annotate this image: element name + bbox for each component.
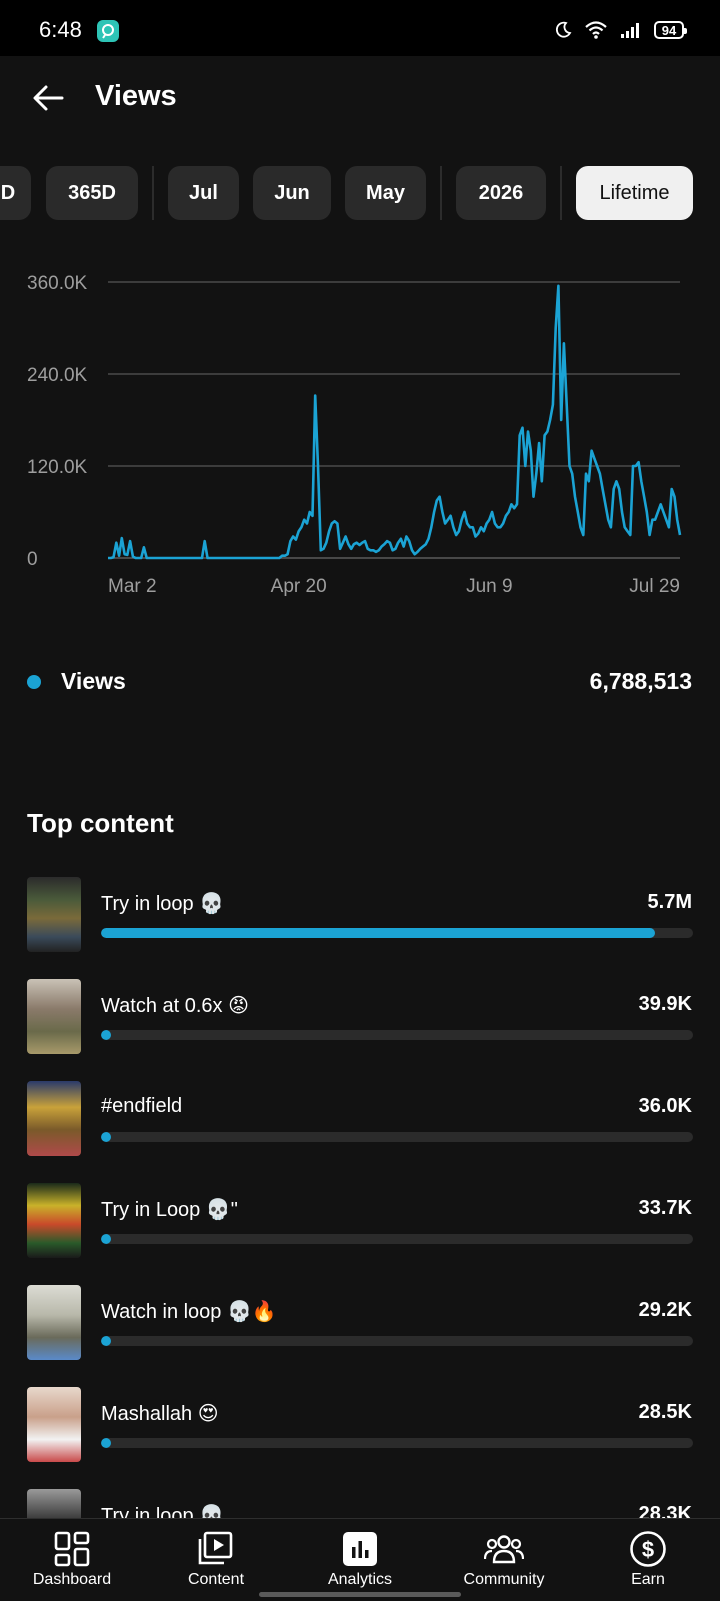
back-button[interactable]: [26, 76, 70, 120]
y-tick-label: 240.0K: [27, 365, 88, 386]
video-thumbnail: [27, 979, 81, 1054]
views-bar: [101, 1234, 693, 1244]
views-bar: [101, 1336, 693, 1346]
video-thumbnail: [27, 1387, 81, 1462]
status-icons: 94: [554, 18, 687, 42]
video-thumbnail: [27, 1183, 81, 1258]
summary-total: 6,788,513: [589, 668, 692, 694]
status-bar: 6:48 94: [0, 0, 720, 56]
chip-divider: [560, 166, 562, 220]
views-bar: [101, 1030, 693, 1040]
bottom-nav: Dashboard Content Analytics Community $ …: [0, 1518, 720, 1601]
chip-365d[interactable]: 365D: [46, 166, 138, 220]
nav-earn[interactable]: $ Earn: [576, 1519, 720, 1601]
nav-dashboard[interactable]: Dashboard: [0, 1519, 144, 1601]
analytics-icon: [343, 1532, 377, 1566]
views-bar-fill: [101, 1438, 111, 1448]
earn-icon: $: [630, 1531, 666, 1567]
video-title: #endfield: [101, 1095, 183, 1117]
top-content-title: Top content: [27, 808, 174, 838]
x-tick-label: Mar 2: [108, 576, 157, 597]
nav-label: Analytics: [327, 1571, 393, 1588]
video-views: 33.7K: [638, 1197, 692, 1219]
list-item[interactable]: Watch in loop 💀🔥 29.2K: [0, 1285, 720, 1360]
video-views: 36.0K: [638, 1095, 692, 1117]
views-bar-fill: [101, 928, 655, 938]
video-views: 29.2K: [638, 1299, 692, 1321]
nav-community[interactable]: Community: [432, 1519, 576, 1601]
community-icon: [484, 1535, 524, 1564]
list-item[interactable]: Mashallah 😍 28.5K: [0, 1387, 720, 1462]
views-line-chart: 360.0K 240.0K 120.0K 0 Mar 2 Apr 20 Jun 9 Jul 2…: [27, 273, 682, 597]
nav-label: Earn: [631, 1571, 665, 1588]
chip-d[interactable]: D: [0, 166, 31, 220]
x-tick-label: Jul 29: [629, 576, 680, 597]
page-title: Views: [95, 80, 177, 112]
nav-label: Content: [187, 1571, 245, 1588]
video-thumbnail: [27, 1285, 81, 1360]
chip-jun[interactable]: Jun: [253, 166, 331, 220]
dashboard-icon: [54, 1531, 90, 1567]
chip-divider: [440, 166, 442, 220]
list-item[interactable]: Try in Loop 💀" 33.7K: [0, 1183, 720, 1258]
views-bar: [101, 1132, 693, 1142]
views-bar: [101, 1438, 693, 1448]
x-tick-label: Apr 20: [271, 576, 327, 597]
signal-icon: [621, 23, 639, 38]
back-arrow-icon: [33, 85, 64, 111]
nav-label: Dashboard: [32, 1571, 112, 1588]
home-indicator: [259, 1592, 461, 1597]
x-tick-label: Jun 9: [466, 576, 512, 597]
nav-content[interactable]: Content: [144, 1519, 288, 1601]
views-series-line: [108, 284, 682, 560]
video-title: Try in loop 💀: [101, 893, 225, 915]
summary-label: Views: [61, 668, 126, 694]
list-item[interactable]: Try in loop 💀 5.7M: [0, 877, 720, 952]
video-title: Watch in loop 💀🔥: [101, 1301, 277, 1323]
list-item[interactable]: Watch at 0.6x 😡 39.9K: [0, 979, 720, 1054]
views-bar-fill: [101, 1336, 111, 1346]
svg-text:$: $: [642, 1537, 654, 1562]
notification-app-icon: [97, 20, 119, 42]
chip-2026[interactable]: 2026: [456, 166, 546, 220]
video-thumbnail: [27, 1081, 81, 1156]
video-title: Mashallah 😍: [101, 1403, 219, 1425]
views-summary: Views 6,788,513: [0, 662, 720, 702]
video-title: Try in Loop 💀": [101, 1199, 238, 1221]
battery-icon: 94: [654, 21, 687, 39]
header: Views: [0, 56, 720, 140]
y-tick-label: 0: [27, 549, 38, 570]
wifi-icon: [585, 21, 607, 39]
views-bar-fill: [101, 1132, 111, 1142]
battery-level: 94: [661, 22, 677, 38]
video-title: Watch at 0.6x 😡: [101, 995, 249, 1017]
views-chart: 360.0K 240.0K 120.0K 0 Mar 2 Apr 20 Jun 9 Jul 2…: [0, 260, 720, 620]
nav-analytics[interactable]: Analytics: [288, 1519, 432, 1601]
chip-divider: [152, 166, 154, 220]
chip-jul[interactable]: Jul: [168, 166, 239, 220]
status-time: 6:48: [39, 17, 82, 42]
y-tick-label: 120.0K: [27, 457, 88, 478]
series-color-dot: [27, 675, 41, 689]
period-selector: D 365D Jul Jun May 2026 Lifetime: [0, 166, 720, 220]
views-bar: [101, 928, 693, 938]
chip-may[interactable]: May: [345, 166, 426, 220]
list-item[interactable]: #endfield 36.0K: [0, 1081, 720, 1156]
video-views: 39.9K: [638, 993, 692, 1015]
chip-lifetime[interactable]: Lifetime: [576, 166, 693, 220]
video-thumbnail: [27, 877, 81, 952]
y-tick-label: 360.0K: [27, 273, 88, 294]
video-views: 28.5K: [638, 1401, 692, 1423]
content-icon: [198, 1531, 233, 1565]
views-bar-fill: [101, 1030, 111, 1040]
nav-label: Community: [463, 1571, 545, 1588]
video-views: 5.7M: [647, 891, 692, 913]
views-bar-fill: [101, 1234, 111, 1244]
do-not-disturb-icon: [555, 21, 572, 38]
